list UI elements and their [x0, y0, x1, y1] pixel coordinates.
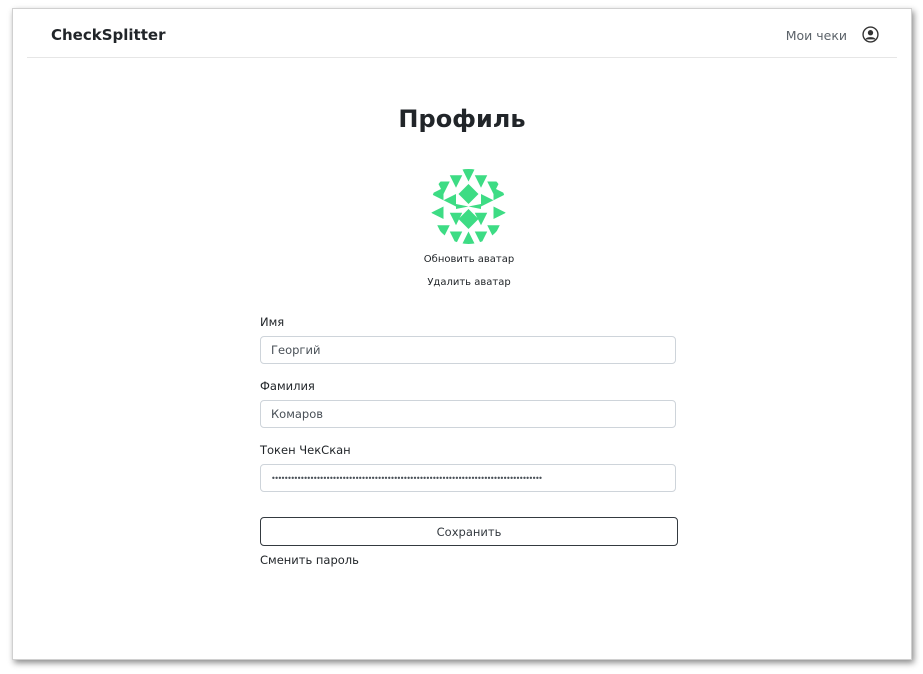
delete-avatar-link[interactable]: Удалить аватар — [13, 277, 923, 288]
first-name-label: Имя — [260, 315, 285, 329]
first-name-field[interactable] — [260, 336, 676, 364]
token-field[interactable] — [260, 464, 676, 492]
brand-logo[interactable]: CheckSplitter — [51, 26, 165, 44]
change-password-link[interactable]: Сменить пароль — [260, 553, 359, 567]
nav-link-my-checks[interactable]: Мои чеки — [786, 28, 847, 43]
last-name-field[interactable] — [260, 400, 676, 428]
identicon-avatar-icon — [431, 169, 506, 244]
update-avatar-link[interactable]: Обновить аватар — [13, 254, 923, 265]
last-name-label: Фамилия — [260, 379, 315, 393]
page-title: Профиль — [398, 105, 526, 133]
user-circle-icon[interactable] — [862, 26, 879, 43]
navbar: CheckSplitter Мои чеки — [27, 9, 897, 58]
app-window: CheckSplitter Мои чеки Профиль Обновить … — [12, 8, 912, 660]
token-label: Токен ЧекСкан — [260, 443, 351, 457]
avatar — [431, 169, 506, 244]
save-button[interactable]: Сохранить — [260, 517, 678, 546]
